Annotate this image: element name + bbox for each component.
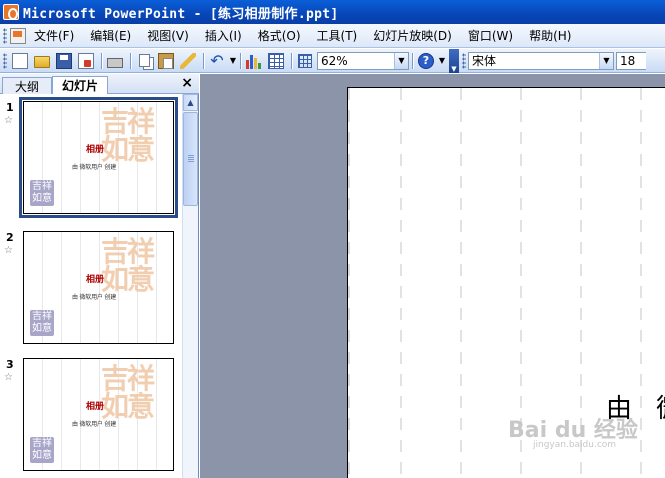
- toolbar-separator: [240, 52, 241, 69]
- permission-button[interactable]: [76, 51, 96, 71]
- thumb-title: 相册: [86, 402, 105, 412]
- save-button[interactable]: [54, 51, 74, 71]
- printer-icon: [107, 57, 123, 68]
- thumb-subtitle: 由 微软用户 创建: [72, 294, 117, 301]
- chevron-down-icon[interactable]: ▼: [599, 52, 613, 69]
- open-folder-icon: [34, 55, 50, 68]
- seal-stamp-decoration: 吉祥如意: [30, 437, 54, 463]
- help-icon: ?: [418, 52, 434, 69]
- menubar-grip-icon[interactable]: [3, 27, 7, 44]
- seal-stamp-decoration: 吉祥如意: [30, 180, 54, 206]
- menu-insert[interactable]: 插入(I): [205, 27, 242, 44]
- scrollbar-thumb[interactable]: [183, 112, 198, 206]
- auspicious-calligraphy-decoration: 吉祥如意: [101, 362, 155, 423]
- undo-button[interactable]: ↶: [207, 51, 227, 71]
- grid-icon: [298, 53, 312, 68]
- font-name-combo[interactable]: 宋体 ▼: [468, 51, 614, 70]
- slide-workspace: 由 微 Bai du 经验 jingyan.baidu.com: [200, 74, 665, 478]
- insert-chart-button[interactable]: [244, 51, 264, 71]
- save-disk-icon: [56, 52, 72, 69]
- copy-icon: [138, 54, 150, 67]
- standard-toolbar: ↶ ▼ 62% ▼ ? ▼ ▼ 宋体 ▼ 18: [0, 48, 665, 73]
- undo-icon: ↶: [210, 50, 224, 70]
- menu-view[interactable]: 视图(V): [147, 27, 189, 44]
- insert-table-button[interactable]: [266, 51, 286, 71]
- paste-icon: [158, 52, 174, 69]
- chevron-down-icon[interactable]: ▼: [394, 52, 408, 69]
- title-bar: Microsoft PowerPoint - [练习相册制作.ppt]: [0, 0, 665, 24]
- permission-icon: [78, 52, 94, 69]
- baidu-watermark-url: jingyan.baidu.com: [533, 440, 617, 450]
- font-size-combo[interactable]: 18: [616, 51, 646, 70]
- auspicious-calligraphy-decoration: 吉祥如意: [101, 235, 155, 296]
- toolbar-separator: [291, 52, 292, 69]
- format-painter-button[interactable]: [178, 51, 198, 71]
- window-title: Microsoft PowerPoint - [练习相册制作.ppt]: [23, 6, 339, 22]
- help-dropdown-icon[interactable]: ▼: [438, 56, 446, 65]
- document-icon[interactable]: [10, 27, 26, 44]
- slide-thumbnail[interactable]: 吉祥如意 相册 由 微软用户 创建 吉祥如意: [23, 231, 174, 344]
- menu-bar: 文件(F) 编辑(E) 视图(V) 插入(I) 格式(O) 工具(T) 幻灯片放…: [0, 24, 665, 48]
- paste-button[interactable]: [156, 51, 176, 71]
- thumb-subtitle: 由 微软用户 创建: [72, 421, 117, 428]
- show-grid-button[interactable]: [295, 51, 315, 71]
- format-painter-icon: [180, 52, 196, 69]
- zoom-combo[interactable]: 62% ▼: [317, 51, 409, 70]
- menu-slideshow[interactable]: 幻灯片放映(D): [373, 27, 452, 44]
- slide-number: 2: [6, 231, 14, 244]
- slide-editing-canvas[interactable]: 由 微 Bai du 经验 jingyan.baidu.com: [347, 87, 665, 478]
- copy-button[interactable]: [134, 51, 154, 71]
- grid-guide-line: [400, 88, 402, 478]
- thumb-title: 相册: [86, 145, 105, 155]
- menu-window[interactable]: 窗口(W): [468, 27, 513, 44]
- auspicious-calligraphy-decoration: 吉祥如意: [101, 105, 155, 166]
- new-document-icon: [12, 52, 28, 69]
- menu-format[interactable]: 格式(O): [258, 27, 301, 44]
- font-name-value: 宋体: [472, 54, 497, 68]
- tab-slides[interactable]: 幻灯片: [52, 76, 108, 94]
- slide-number: 1: [6, 101, 14, 114]
- help-button[interactable]: ?: [416, 51, 436, 71]
- table-icon: [268, 52, 284, 69]
- slide-number: 3: [6, 358, 14, 371]
- formatting-toolbar-grip-icon[interactable]: [462, 52, 466, 69]
- toolbar-separator: [203, 52, 204, 69]
- grid-guide-line: [460, 88, 462, 478]
- slides-pane: 大纲 幻灯片 × 1 ☆ 吉祥如意 相册 由 微软用户 创建 吉祥如意 2 ☆ …: [0, 74, 199, 478]
- seal-stamp-decoration: 吉祥如意: [30, 310, 54, 336]
- new-button[interactable]: [10, 51, 30, 71]
- slide-thumbnail[interactable]: 吉祥如意 相册 由 微软用户 创建 吉祥如意: [23, 358, 174, 471]
- chart-icon: [246, 53, 262, 69]
- powerpoint-app-icon[interactable]: [3, 4, 19, 20]
- zoom-value: 62%: [321, 53, 348, 68]
- menu-file[interactable]: 文件(F): [34, 27, 74, 44]
- undo-dropdown-icon[interactable]: ▼: [229, 56, 237, 65]
- print-button[interactable]: [105, 51, 125, 71]
- menu-help[interactable]: 帮助(H): [529, 27, 571, 44]
- toolbar-separator: [130, 52, 131, 69]
- menu-tools[interactable]: 工具(T): [317, 27, 358, 44]
- toolbar-separator: [101, 52, 102, 69]
- pane-tabs: 大纲 幻灯片 ×: [0, 74, 199, 94]
- thumb-title: 相册: [86, 275, 105, 285]
- toolbar-grip-icon[interactable]: [3, 52, 7, 69]
- animation-star-icon: ☆: [4, 245, 13, 256]
- animation-star-icon: ☆: [4, 372, 13, 383]
- thumb-subtitle: 由 微软用户 创建: [72, 164, 117, 171]
- slides-pane-scrollbar[interactable]: ▲: [182, 94, 198, 478]
- animation-star-icon: ☆: [4, 115, 13, 126]
- slide-thumbnail[interactable]: 吉祥如意 相册 由 微软用户 创建 吉祥如意: [19, 97, 178, 218]
- toolbar-options-icon[interactable]: ▼: [449, 48, 459, 73]
- close-icon[interactable]: ×: [181, 75, 193, 91]
- toolbar-separator: [412, 52, 413, 69]
- tab-outline[interactable]: 大纲: [2, 77, 52, 94]
- menu-edit[interactable]: 编辑(E): [90, 27, 131, 44]
- font-size-value: 18: [620, 53, 636, 68]
- scroll-up-icon[interactable]: ▲: [183, 94, 198, 111]
- open-button[interactable]: [32, 51, 52, 71]
